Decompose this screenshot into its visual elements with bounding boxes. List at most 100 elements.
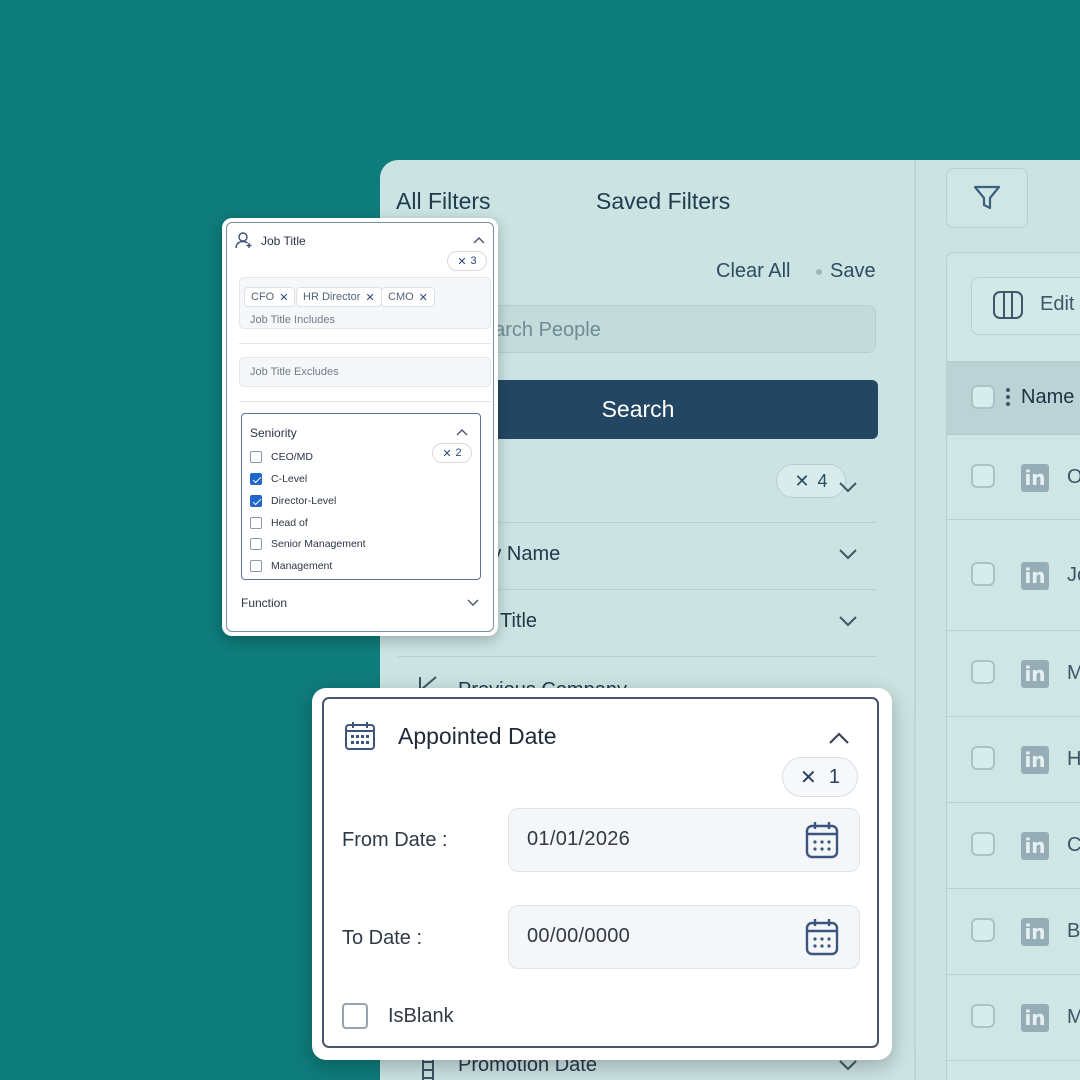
- job-title-includes-placeholder: Job Title Includes: [250, 314, 335, 326]
- table-row[interactable]: in M: [947, 975, 1080, 1061]
- function-heading[interactable]: Function: [241, 596, 287, 610]
- linkedin-icon[interactable]: in: [1021, 918, 1049, 946]
- row-name[interactable]: O: [1067, 466, 1080, 489]
- seniority-option-ceo-md[interactable]: CEO/MD: [250, 450, 313, 464]
- seniority-option-senior-management[interactable]: Senior Management: [250, 537, 366, 551]
- chevron-down-icon[interactable]: [838, 614, 858, 628]
- row-checkbox[interactable]: [971, 660, 995, 684]
- filter-toggle-button[interactable]: [946, 168, 1028, 228]
- table-row[interactable]: in M: [947, 631, 1080, 717]
- remove-tag-icon[interactable]: ✕: [419, 291, 428, 304]
- from-date-input[interactable]: 01/01/2026: [508, 808, 860, 872]
- appointed-date-heading: Appointed Date: [398, 723, 557, 749]
- edit-columns-button[interactable]: Edit: [971, 277, 1080, 335]
- isblank-label[interactable]: IsBlank: [388, 1005, 454, 1028]
- from-date-value: 01/01/2026: [527, 828, 631, 850]
- calendar-picker-icon[interactable]: [805, 821, 839, 859]
- job-title-popover: Job Title ✕ 3 Job Title Includes CFO ✕ HR…: [222, 218, 498, 636]
- to-date-input[interactable]: 00/00/0000: [508, 905, 860, 969]
- appointed-date-count-badge[interactable]: ✕ 1: [782, 757, 858, 797]
- table-header: Name: [947, 361, 1080, 435]
- chevron-up-icon[interactable]: [456, 428, 468, 436]
- row-name[interactable]: M: [1067, 662, 1080, 685]
- clear-x-icon[interactable]: ✕: [442, 447, 451, 460]
- chevron-up-icon[interactable]: [473, 236, 485, 244]
- linkedin-icon[interactable]: in: [1021, 464, 1049, 492]
- table-row[interactable]: in O: [947, 434, 1080, 520]
- table-row[interactable]: in C: [947, 803, 1080, 889]
- checkbox[interactable]: [250, 538, 262, 550]
- checkbox-checked[interactable]: [250, 473, 262, 485]
- tag-cmo: CMO ✕: [381, 287, 435, 307]
- clear-x-icon[interactable]: ✕: [794, 471, 809, 492]
- chevron-up-icon[interactable]: [828, 731, 850, 745]
- row-name[interactable]: Jo: [1067, 564, 1080, 587]
- row-name[interactable]: C: [1067, 834, 1080, 857]
- linkedin-icon[interactable]: in: [1021, 832, 1049, 860]
- clear-x-icon[interactable]: ✕: [800, 765, 817, 790]
- seniority-option-c-level[interactable]: C-Level: [250, 472, 307, 486]
- remove-tag-icon[interactable]: ✕: [279, 291, 288, 304]
- row-checkbox[interactable]: [971, 918, 995, 942]
- linkedin-icon[interactable]: in: [1021, 562, 1049, 590]
- seniority-option-director-level[interactable]: Director-Level: [250, 494, 336, 508]
- appointed-date-card-frame: Appointed Date ✕ 1 From Date : 01/01/202…: [322, 697, 879, 1048]
- job-title-count-badge[interactable]: ✕ 3: [447, 251, 487, 271]
- job-title-heading: Job Title: [261, 234, 306, 248]
- remove-tag-icon[interactable]: ✕: [365, 291, 374, 304]
- table-row[interactable]: in B: [947, 889, 1080, 975]
- product-count-badge[interactable]: ✕ 4: [776, 464, 846, 498]
- drag-handle-icon[interactable]: [1005, 387, 1011, 407]
- checkbox[interactable]: [250, 517, 262, 529]
- clear-all-link[interactable]: Clear All: [716, 260, 790, 283]
- tag-hr-director: HR Director ✕: [296, 287, 382, 307]
- isblank-checkbox[interactable]: [342, 1003, 368, 1029]
- checkbox[interactable]: [250, 451, 262, 463]
- table-row[interactable]: in Jo: [947, 520, 1080, 631]
- linkedin-icon[interactable]: in: [1021, 1004, 1049, 1032]
- chevron-down-icon[interactable]: [838, 480, 858, 494]
- column-header-name[interactable]: Name: [1021, 386, 1074, 409]
- from-date-label: From Date :: [342, 829, 448, 851]
- checkbox-checked[interactable]: [250, 495, 262, 507]
- seniority-option-head-of[interactable]: Head of: [250, 516, 308, 530]
- tab-saved-filters[interactable]: Saved Filters: [596, 188, 730, 215]
- row-name[interactable]: M: [1067, 1006, 1080, 1029]
- panel-divider: [914, 160, 916, 1080]
- calendar-icon: [345, 722, 375, 750]
- seniority-heading: Seniority: [250, 426, 297, 440]
- separator-dot: [816, 269, 822, 275]
- tab-all-filters[interactable]: All Filters: [396, 188, 491, 215]
- chevron-down-icon[interactable]: [838, 547, 858, 561]
- divider: [239, 401, 491, 402]
- row-checkbox[interactable]: [971, 562, 995, 586]
- linkedin-icon[interactable]: in: [1021, 660, 1049, 688]
- job-title-excludes-field[interactable]: Job Title Excludes: [239, 357, 491, 387]
- chevron-down-icon[interactable]: [838, 1058, 858, 1072]
- row-checkbox[interactable]: [971, 832, 995, 856]
- row-name[interactable]: H: [1067, 748, 1080, 771]
- table-row[interactable]: in H: [947, 717, 1080, 803]
- chevron-down-icon[interactable]: [467, 599, 479, 607]
- job-title-excludes-placeholder: Job Title Excludes: [250, 366, 339, 378]
- clear-x-icon[interactable]: ✕: [457, 255, 466, 268]
- select-all-checkbox[interactable]: [971, 385, 995, 409]
- job-title-card-frame: Job Title ✕ 3 Job Title Includes CFO ✕ HR…: [226, 222, 494, 632]
- columns-icon: [993, 291, 1023, 319]
- row-checkbox[interactable]: [971, 464, 995, 488]
- seniority-count-badge[interactable]: ✕ 2: [432, 443, 472, 463]
- tag-cfo: CFO ✕: [244, 287, 296, 307]
- save-link[interactable]: Save: [830, 260, 876, 283]
- results-table: Edit Name in O in Jo in M in H: [946, 252, 1080, 1080]
- user-plus-icon: [235, 232, 252, 249]
- row-checkbox[interactable]: [971, 1004, 995, 1028]
- calendar-picker-icon[interactable]: [805, 918, 839, 956]
- to-date-label: To Date :: [342, 927, 423, 949]
- to-date-value: 00/00/0000: [527, 925, 631, 947]
- linkedin-icon[interactable]: in: [1021, 746, 1049, 774]
- row-name[interactable]: B: [1067, 920, 1080, 943]
- row-checkbox[interactable]: [971, 746, 995, 770]
- seniority-option-management[interactable]: Management: [250, 559, 332, 573]
- funnel-icon: [973, 185, 1001, 210]
- checkbox[interactable]: [250, 560, 262, 572]
